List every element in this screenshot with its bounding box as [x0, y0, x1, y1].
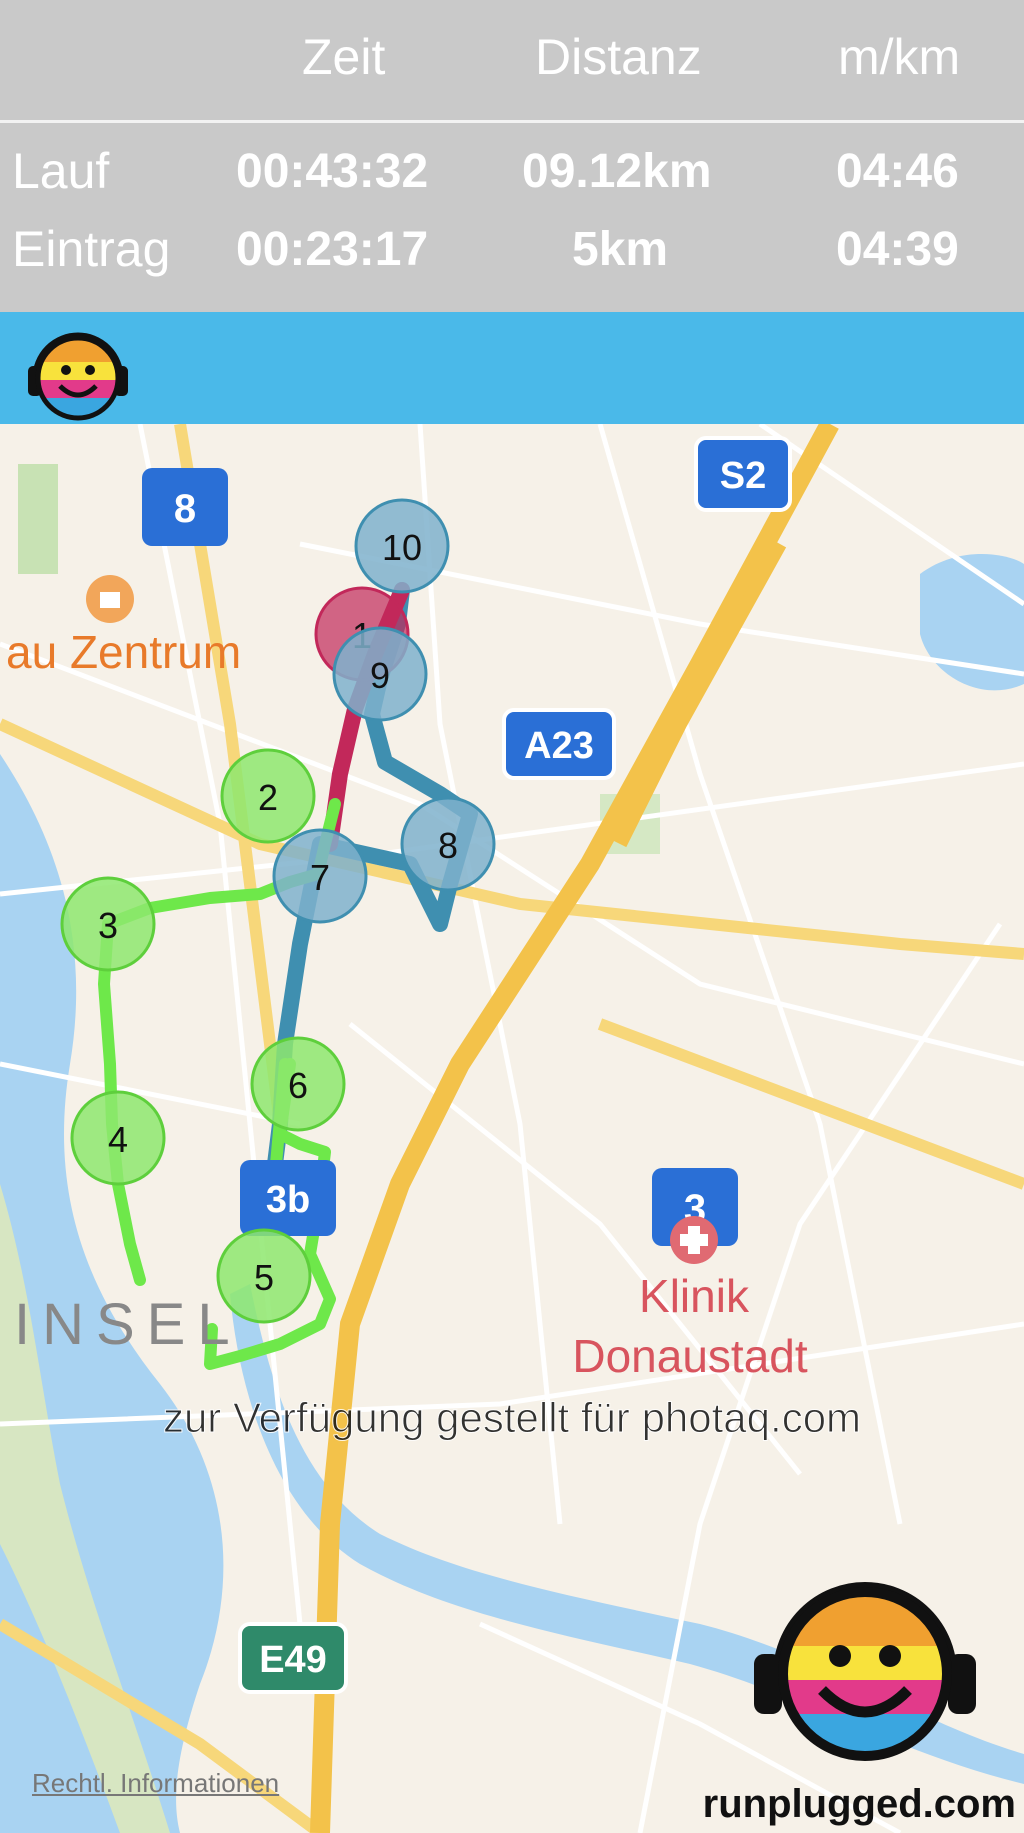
- svg-text:2: 2: [258, 777, 278, 818]
- legal-link[interactable]: Rechtl. Informationen: [32, 1768, 279, 1799]
- line-3b-badge: 3b: [240, 1160, 336, 1236]
- svg-text:4: 4: [108, 1119, 128, 1160]
- svg-text:7: 7: [310, 857, 330, 898]
- run-distance: 09.12km: [522, 145, 712, 198]
- stats-divider: [0, 120, 1024, 123]
- run-pace: 04:46: [836, 145, 959, 198]
- svg-text:E49: E49: [259, 1639, 327, 1681]
- entry-pace: 04:39: [836, 223, 959, 276]
- shopping-icon: [86, 575, 134, 623]
- area-label-donaustadt: Donaustadt: [572, 1330, 807, 1382]
- km-marker-2[interactable]: 2: [220, 748, 316, 844]
- km-marker-9[interactable]: 9: [332, 626, 428, 722]
- header-distance: Distanz: [535, 29, 702, 85]
- entry-label: Eintrag: [12, 221, 171, 277]
- svg-text:8: 8: [438, 825, 458, 866]
- svg-text:9: 9: [370, 655, 390, 696]
- map-canvas[interactable]: 8 S2 A23 3 3b E49 au Zentrum INSEL Klini…: [0, 424, 1024, 1833]
- km-marker-6[interactable]: 6: [250, 1036, 346, 1132]
- area-label-klinik: Klinik: [639, 1270, 750, 1322]
- app-header-bar: [0, 312, 1024, 424]
- watermark-text: zur Verfügung gestellt für photaq.com: [162, 1394, 862, 1442]
- header-time: Zeit: [302, 29, 386, 85]
- brand-url: runplugged.com: [702, 1782, 1016, 1826]
- a23-shield: A23: [502, 708, 616, 780]
- park-green: [18, 464, 58, 574]
- header-pace: m/km: [838, 29, 961, 85]
- entry-time: 00:23:17: [236, 223, 429, 276]
- e49-shield: E49: [238, 1622, 348, 1694]
- svg-text:10: 10: [382, 527, 422, 568]
- svg-text:8: 8: [174, 487, 196, 531]
- smiley-logo-icon[interactable]: [26, 322, 130, 426]
- svg-text:S2: S2: [720, 455, 766, 497]
- svg-text:5: 5: [254, 1257, 274, 1298]
- km-marker-5[interactable]: 5: [216, 1228, 312, 1324]
- stats-panel: Zeit Distanz m/km Lauf 00:43:32 09.12km …: [0, 0, 1024, 312]
- km-marker-3[interactable]: 3: [60, 876, 156, 972]
- svg-text:6: 6: [288, 1065, 308, 1106]
- entry-distance: 5km: [572, 223, 669, 276]
- km-marker-7[interactable]: 7: [272, 828, 368, 924]
- s2-shield: S2: [694, 436, 792, 512]
- svg-text:3: 3: [98, 905, 118, 946]
- line-8-badge: 8: [142, 468, 228, 546]
- area-label-insel: INSEL: [14, 1292, 242, 1357]
- area-label-zentrum: au Zentrum: [6, 626, 241, 678]
- km-marker-8[interactable]: 8: [400, 796, 496, 892]
- svg-text:3b: 3b: [266, 1179, 310, 1221]
- run-label: Lauf: [12, 143, 110, 199]
- hospital-icon: [670, 1216, 718, 1264]
- km-marker-10[interactable]: 10: [354, 498, 450, 594]
- run-time: 00:43:32: [236, 145, 429, 198]
- svg-text:A23: A23: [524, 725, 594, 767]
- km-marker-4[interactable]: 4: [70, 1090, 166, 1186]
- route-map[interactable]: 8 S2 A23 3 3b E49 au Zentrum INSEL Klini…: [0, 424, 1024, 1833]
